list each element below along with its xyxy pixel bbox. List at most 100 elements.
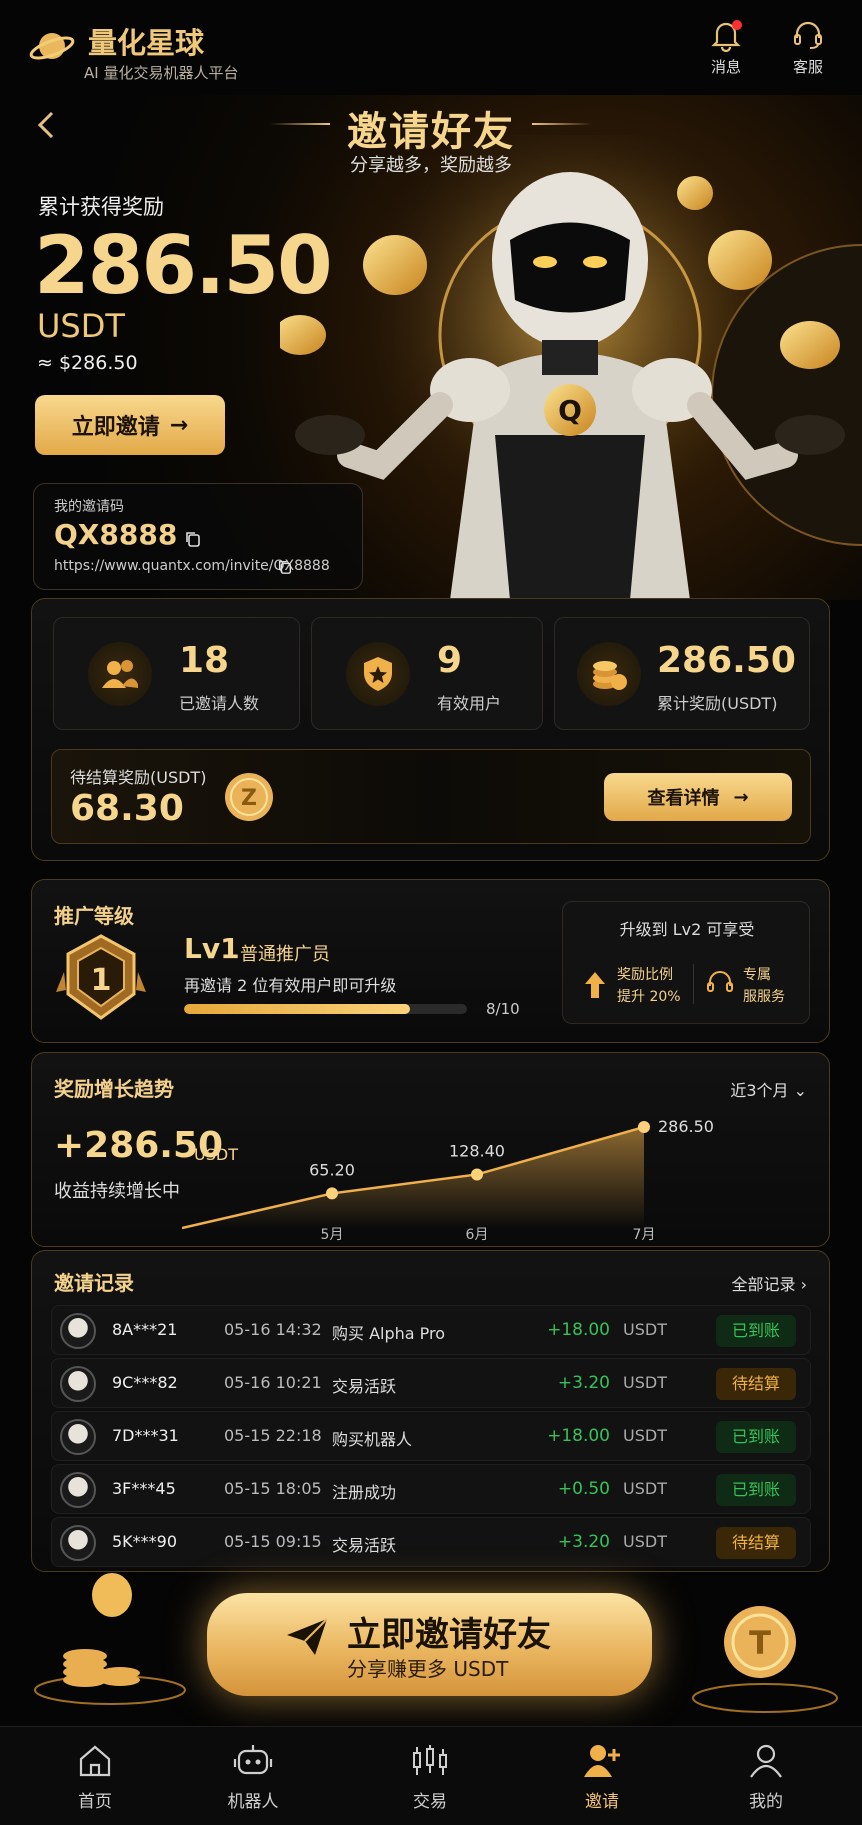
stat-valid-users-value: 9 xyxy=(437,640,463,681)
record-user: 8A***21 xyxy=(112,1320,178,1339)
record-amount: +3.20 xyxy=(557,1373,610,1393)
home-icon xyxy=(79,1745,111,1777)
perk2-line1: 专属 xyxy=(743,967,771,983)
all-records-label: 全部记录 xyxy=(731,1275,796,1294)
page-title: 邀请好友 xyxy=(347,109,515,155)
robot-illustration: Q xyxy=(280,135,862,600)
perk-divider xyxy=(693,964,694,1004)
tab-invite[interactable]: 邀请 xyxy=(542,1743,662,1812)
planet-logo-icon xyxy=(29,33,75,60)
arrow-right-icon: → xyxy=(733,786,749,808)
perk1-line1: 奖励比例 xyxy=(617,967,673,983)
reward-unit: USDT xyxy=(37,307,125,345)
pending-value: 68.30 xyxy=(70,788,184,829)
record-amount: +18.00 xyxy=(547,1320,610,1340)
tab-robot[interactable]: 机器人 xyxy=(193,1743,313,1812)
level-panel: 推广等级 1 Lv1 普通推广员 再邀请 2 位有效用户即可升级 8/10 升级… xyxy=(31,879,830,1043)
view-details-button[interactable]: 查看详情 → xyxy=(604,773,792,821)
record-unit: USDT xyxy=(623,1479,667,1498)
invite-friends-cta-button[interactable]: 立即邀请好友 分享赚更多 USDT xyxy=(207,1593,652,1696)
svg-text:Z: Z xyxy=(241,786,257,811)
avatar xyxy=(60,1472,96,1508)
record-unit: USDT xyxy=(623,1320,667,1339)
trend-value-label: 128.40 xyxy=(449,1141,505,1160)
add-user-icon xyxy=(584,1745,620,1777)
table-row[interactable]: 8A***21 05-16 14:32 购买 Alpha Pro +18.00 USDT… xyxy=(51,1305,811,1355)
tab-home[interactable]: 首页 xyxy=(35,1743,155,1812)
title-decoration-right xyxy=(532,123,592,125)
tab-trade[interactable]: 交易 xyxy=(370,1743,490,1812)
trend-x-tick: 7月 xyxy=(633,1227,656,1243)
record-user: 3F***45 xyxy=(112,1479,176,1498)
invite-code-card: 我的邀请码 QX8888 https://www.quantx.com/invi… xyxy=(33,483,363,590)
table-row[interactable]: 9C***82 05-16 10:21 交易活跃 +3.20 USDT 待结算 xyxy=(51,1358,811,1408)
trend-point xyxy=(326,1187,338,1200)
tab-profile-label: 我的 xyxy=(749,1792,783,1812)
level-section-title: 推广等级 xyxy=(54,904,134,928)
table-row[interactable]: 3F***45 05-15 18:05 注册成功 +0.50 USDT 已到账 xyxy=(51,1464,811,1514)
invite-code-label: 我的邀请码 xyxy=(54,499,124,515)
trend-value-label: 65.20 xyxy=(309,1160,355,1179)
profile-icon xyxy=(750,1744,782,1778)
record-unit: USDT xyxy=(623,1426,667,1445)
avatar xyxy=(60,1313,96,1349)
app-header: 量化星球 AI 量化交易机器人平台 消息 客服 xyxy=(0,0,862,95)
view-details-label: 查看详情 xyxy=(647,788,720,809)
perk2-line2: 服服务 xyxy=(743,989,785,1005)
avatar xyxy=(60,1366,96,1402)
invite-button[interactable]: 立即邀请 → xyxy=(35,395,225,455)
level-progress-bar xyxy=(184,1004,467,1014)
stats-panel: 18 已邀请人数 9 有效用户 286.50 累计奖励(USDT) 待结算奖励(… xyxy=(31,598,830,861)
upgrade-title: 升级到 Lv2 可享受 xyxy=(619,920,755,939)
record-time: 05-16 10:21 xyxy=(224,1373,322,1392)
record-unit: USDT xyxy=(623,1373,667,1392)
cta-title: 立即邀请好友 xyxy=(347,1615,551,1655)
page-subtitle: 分享越多，奖励越多 xyxy=(350,155,512,176)
perk1-line2: 提升 20% xyxy=(617,989,681,1005)
record-user: 9C***82 xyxy=(112,1373,178,1392)
support-label: 客服 xyxy=(792,58,823,76)
record-action: 交易活跃 xyxy=(332,1377,397,1396)
status-badge: 已到账 xyxy=(716,1474,796,1506)
copy-url-icon[interactable] xyxy=(277,559,293,575)
level-hint: 再邀请 2 位有效用户即可升级 xyxy=(184,976,397,995)
chevron-right-icon: › xyxy=(800,1275,807,1294)
notification-dot xyxy=(732,20,742,30)
svg-text:Q: Q xyxy=(558,394,582,427)
coin-illustration: T xyxy=(692,1606,838,1713)
candles-icon xyxy=(413,1745,447,1775)
upgrade-card: 升级到 Lv2 可享受 奖励比例 提升 20% 专属 服服务 xyxy=(562,901,810,1024)
stat-total-reward-label: 累计奖励(USDT) xyxy=(657,694,778,713)
record-amount: +0.50 xyxy=(557,1479,610,1499)
trend-section-title: 奖励增长趋势 xyxy=(54,1077,174,1101)
trend-point xyxy=(638,1121,650,1133)
robot-icon xyxy=(233,1745,273,1775)
stat-invited-value: 18 xyxy=(179,640,230,681)
support-button[interactable]: 客服 xyxy=(778,18,838,77)
coins-icon xyxy=(577,642,641,706)
table-row[interactable]: 7D***31 05-15 22:18 购买机器人 +18.00 USDT 已到账 xyxy=(51,1411,811,1461)
tab-profile[interactable]: 我的 xyxy=(706,1743,826,1812)
paper-plane-icon xyxy=(287,1618,328,1655)
tab-home-label: 首页 xyxy=(78,1792,112,1812)
record-action: 交易活跃 xyxy=(332,1536,397,1555)
invite-code-value: QX8888 xyxy=(54,518,178,551)
invite-button-label: 立即邀请 xyxy=(71,415,160,440)
status-badge: 已到账 xyxy=(716,1421,796,1453)
messages-button[interactable]: 消息 xyxy=(696,18,756,77)
headset-icon xyxy=(707,971,733,992)
record-time: 05-15 22:18 xyxy=(224,1426,322,1445)
all-records-link[interactable]: 全部记录 › xyxy=(731,1271,807,1295)
level-name: 普通推广员 xyxy=(240,944,330,965)
coin-stack-illustration xyxy=(34,1573,186,1705)
record-action: 购买机器人 xyxy=(332,1430,413,1449)
copy-code-icon[interactable] xyxy=(184,530,202,548)
record-time: 05-16 14:32 xyxy=(224,1320,322,1339)
stat-valid-users: 9 有效用户 xyxy=(311,617,543,730)
trend-value-label: 286.50 xyxy=(658,1117,714,1136)
records-panel: 邀请记录 全部记录 › 8A***21 05-16 14:32 购买 Alpha P… xyxy=(31,1250,830,1572)
status-badge: 待结算 xyxy=(716,1368,796,1400)
trend-caption: 收益持续增长中 xyxy=(54,1181,180,1202)
reward-label: 累计获得奖励 xyxy=(38,195,164,219)
level-progress-fill xyxy=(184,1004,411,1014)
